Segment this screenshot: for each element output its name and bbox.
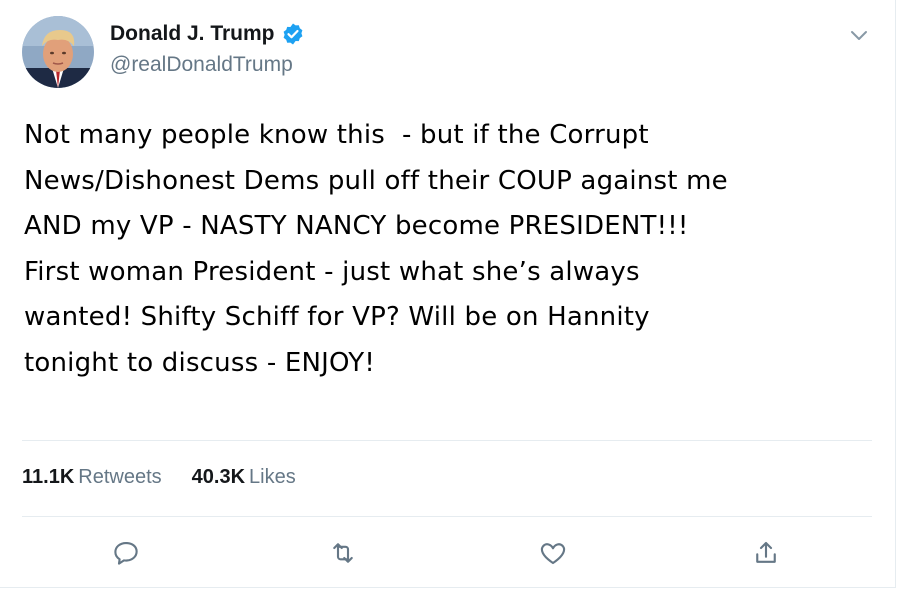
avatar[interactable] — [22, 16, 94, 88]
reply-button[interactable] — [109, 536, 143, 570]
reply-icon — [114, 541, 138, 565]
likes-count: 40.3K — [191, 466, 246, 488]
likes-stat[interactable]: 40.3K Likes — [192, 466, 296, 489]
like-icon — [540, 543, 566, 565]
retweet-icon — [333, 543, 353, 563]
tweet-line: wanted! Shifty Schiff for VP? Will be on… — [24, 302, 650, 332]
verified-badge-icon — [281, 22, 305, 46]
tweet-line: AND my VP - NASTY NANCY become PRESIDENT… — [24, 211, 689, 241]
retweet-button[interactable] — [326, 536, 360, 570]
like-button[interactable] — [536, 536, 570, 570]
chevron-down-icon[interactable] — [848, 24, 870, 46]
tweet-card: Donald J. Trump @realDonaldTrump Not man… — [0, 0, 896, 588]
retweets-stat[interactable]: 11.1K Retweets — [22, 466, 162, 489]
tweet-line: First woman President - just what she’s … — [24, 256, 640, 287]
retweets-count: 11.1K — [22, 466, 75, 488]
divider — [22, 516, 872, 517]
avatar-image — [22, 16, 94, 88]
tweet-text: Not many people know this - but if the C… — [24, 113, 874, 386]
retweets-label: Retweets — [78, 466, 162, 488]
share-icon — [756, 541, 776, 563]
tweet-line: Not many people know this - but if the C… — [24, 120, 649, 150]
divider — [22, 440, 872, 441]
tweet-line: News/Dishonest Dems pull off their COUP … — [24, 165, 728, 196]
likes-label: Likes — [249, 466, 296, 488]
tweet-line: tonight to discuss - ENJOY! — [24, 347, 375, 378]
share-button[interactable] — [749, 536, 783, 570]
author-handle[interactable]: @realDonaldTrump — [110, 53, 293, 77]
display-name[interactable]: Donald J. Trump — [110, 22, 275, 46]
tweet-stats: 11.1K Retweets 40.3K Likes — [22, 466, 296, 489]
author-name-row[interactable]: Donald J. Trump — [110, 22, 305, 46]
